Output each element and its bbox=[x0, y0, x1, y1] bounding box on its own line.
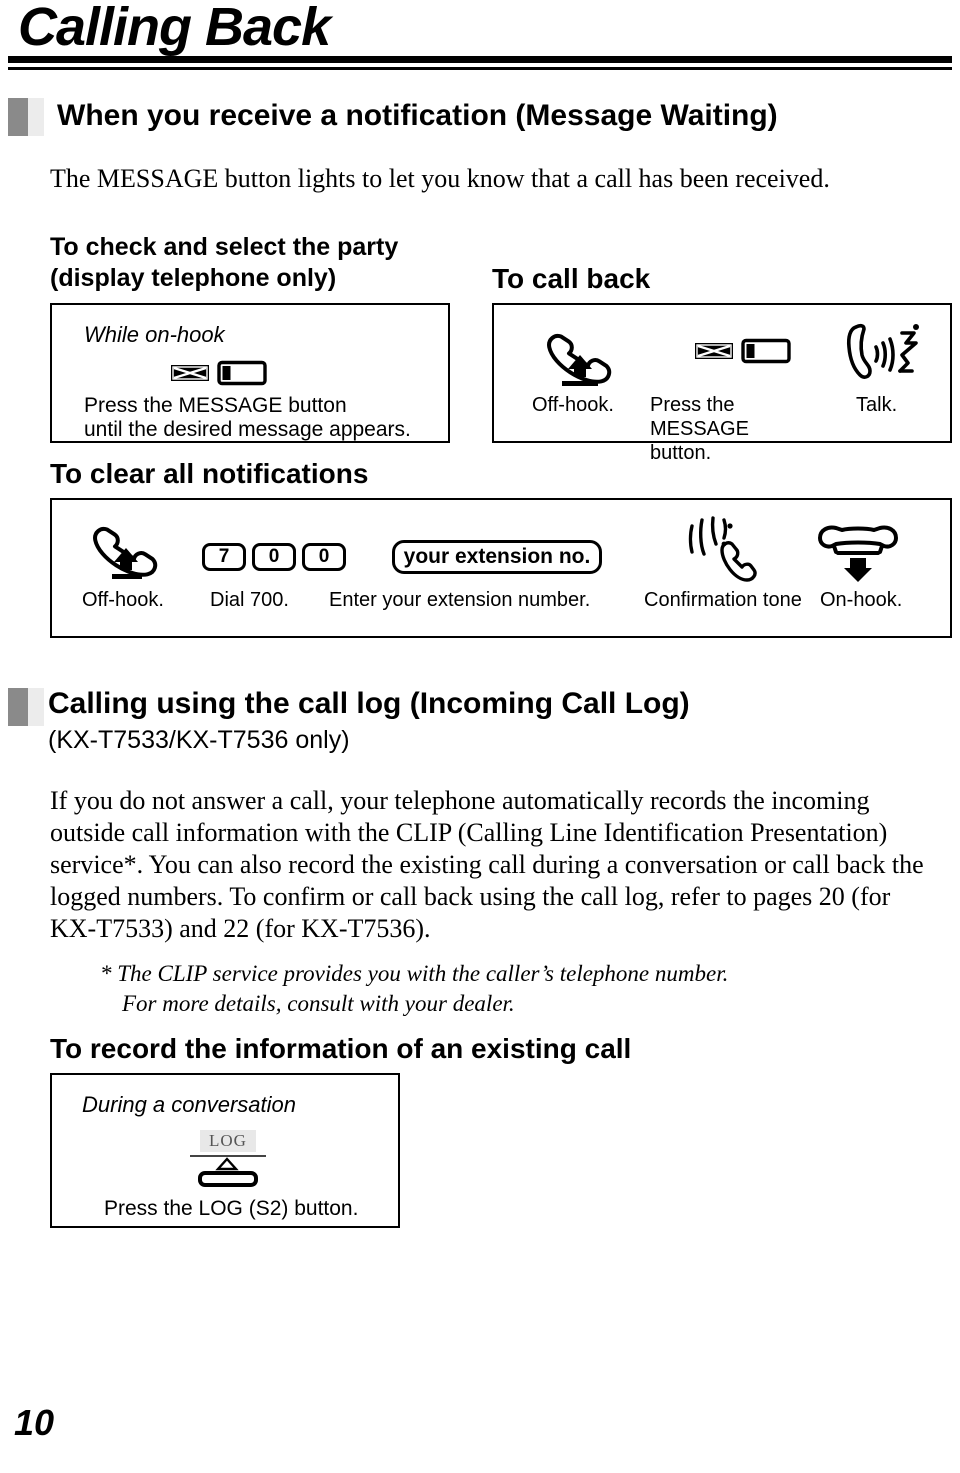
check-select-title-line2: (display telephone only) bbox=[50, 264, 337, 292]
keycap-0-a[interactable]: 0 bbox=[252, 543, 296, 571]
while-on-hook-label: While on-hook bbox=[84, 322, 225, 347]
section2-body-line1: If you do not answer a call, your teleph… bbox=[50, 786, 870, 815]
call-back-caption-0: Off-hook. bbox=[532, 394, 614, 416]
section2-body-line3: service*. You can also record the existi… bbox=[50, 850, 924, 879]
call-back-caption-1: Press the MESSAGE button. bbox=[650, 394, 749, 464]
header-rule-thick bbox=[8, 56, 952, 63]
message-button-icon bbox=[170, 360, 268, 386]
check-select-caption-line1: Press the MESSAGE button bbox=[84, 394, 347, 417]
clear-all-caption-4: On-hook. bbox=[820, 589, 903, 611]
clear-all-box: Off-hook. 7 0 0 Dial 700. your extension… bbox=[50, 498, 952, 638]
section2-footnote-line1: * The CLIP service provides you with the… bbox=[100, 961, 729, 986]
handset-off-hook-icon bbox=[538, 319, 624, 389]
check-select-caption-line2: until the desired message appears. bbox=[84, 418, 411, 441]
keycap-0-b[interactable]: 0 bbox=[302, 543, 346, 571]
clear-all-caption-0: Off-hook. bbox=[82, 589, 164, 611]
section2-body-line5: KX-T7533) and 22 (for KX-T7536). bbox=[50, 914, 431, 943]
header-rule-thin bbox=[8, 67, 952, 70]
clear-all-caption-3: Confirmation tone bbox=[644, 589, 802, 611]
log-button-divider bbox=[190, 1155, 266, 1157]
handset-off-hook-icon bbox=[84, 512, 170, 582]
section-subheading-2: (KX-T7533/KX-T7536 only) bbox=[48, 726, 350, 754]
keycap-7[interactable]: 7 bbox=[202, 543, 246, 571]
check-select-box: While on-hook Press the MESSAGE button u… bbox=[50, 303, 450, 443]
call-back-caption-2: Talk. bbox=[856, 394, 898, 416]
handset-on-hook-icon bbox=[812, 516, 908, 582]
talk-icon bbox=[846, 319, 928, 385]
record-existing-title: To record the information of an existing… bbox=[50, 1033, 632, 1064]
clear-all-caption-1: Dial 700. bbox=[210, 589, 289, 611]
record-existing-box: During a conversation LOG Press the LOG … bbox=[50, 1073, 400, 1228]
section2-footnote-line2: For more details, consult with your deal… bbox=[122, 991, 515, 1016]
call-back-box: Off-hook. Press the MESSAGE button. Talk… bbox=[492, 303, 952, 464]
section-marker-2 bbox=[8, 688, 44, 726]
log-button-bar bbox=[198, 1171, 258, 1187]
section-heading-1: When you receive a notification (Message… bbox=[57, 99, 778, 132]
clear-all-caption-2: Enter your extension number. bbox=[329, 589, 591, 611]
record-existing-caption: Press the LOG (S2) button. bbox=[104, 1197, 359, 1220]
clear-all-title: To clear all notifications bbox=[50, 458, 369, 489]
during-conversation-label: During a conversation bbox=[82, 1092, 297, 1117]
page-title: Calling Back bbox=[18, 0, 331, 57]
log-triangle-icon bbox=[210, 1157, 244, 1171]
section-marker-1 bbox=[8, 98, 44, 136]
section1-intro: The MESSAGE button lights to let you kno… bbox=[50, 164, 830, 193]
your-extension-no-pill[interactable]: your extension no. bbox=[392, 540, 602, 574]
log-button-label: LOG bbox=[200, 1130, 256, 1152]
section2-body-line2: outside call information with the CLIP (… bbox=[50, 818, 888, 847]
section-heading-2: Calling using the call log (Incoming Cal… bbox=[48, 687, 690, 720]
confirmation-tone-icon bbox=[680, 510, 764, 584]
section2-body-line4: logged numbers. To confirm or call back … bbox=[50, 882, 891, 911]
call-back-title: To call back bbox=[492, 263, 651, 294]
check-select-title-line1: To check and select the party bbox=[50, 233, 399, 261]
message-button-icon bbox=[694, 338, 792, 364]
page-number: 10 bbox=[14, 1402, 55, 1443]
